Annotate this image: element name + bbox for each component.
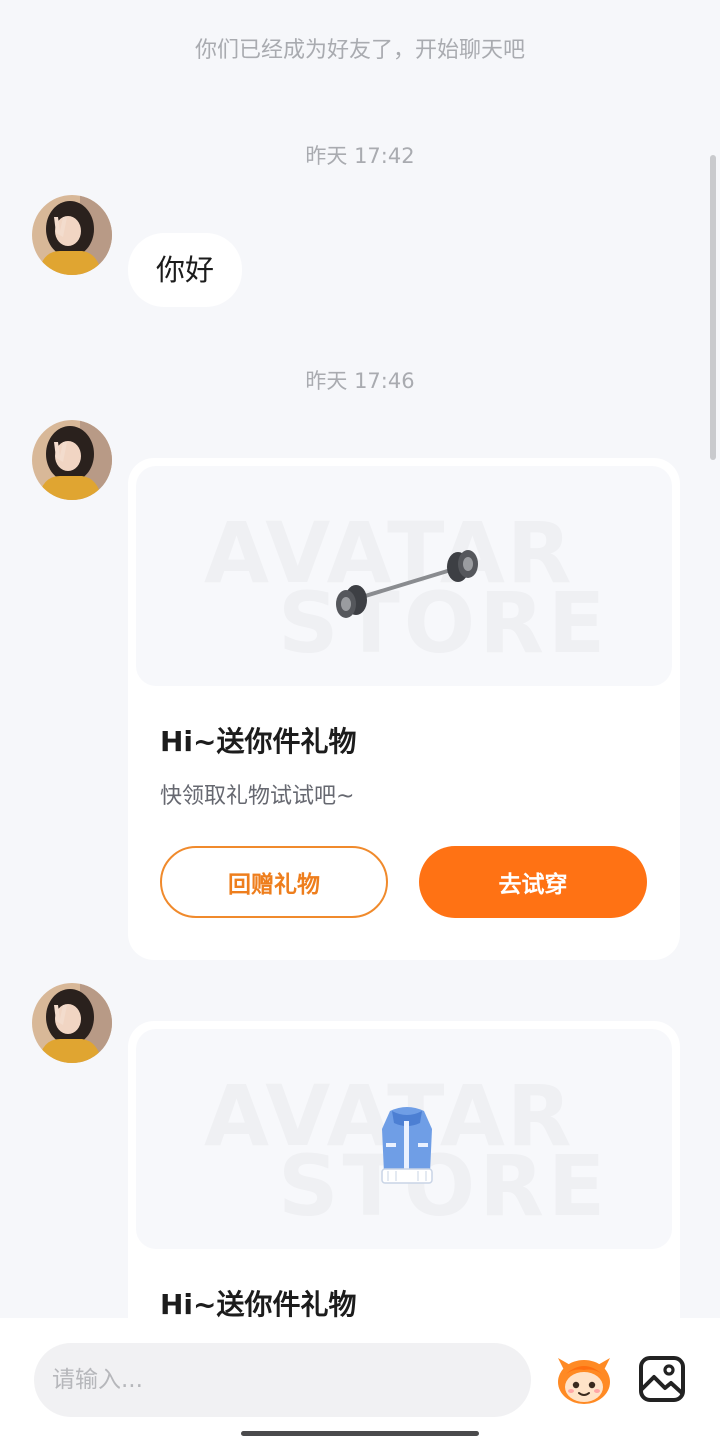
scrollbar[interactable] — [710, 155, 716, 460]
avatar[interactable] — [32, 195, 112, 275]
mascot-emoji-icon[interactable] — [554, 1354, 614, 1406]
watermark-text: STORE — [278, 1137, 610, 1235]
image-icon[interactable] — [638, 1355, 686, 1403]
gift-title: Hi~送你件礼物 — [160, 1288, 357, 1321]
gift-subtitle: 快领取礼物试试吧~ — [160, 784, 355, 809]
gift-title: Hi~送你件礼物 — [160, 725, 357, 758]
gift-image: AVATAR STORE — [136, 466, 672, 686]
avatar[interactable] — [32, 420, 112, 500]
message-bubble[interactable]: 你好 — [128, 233, 243, 307]
message-input[interactable] — [34, 1343, 531, 1417]
avatar[interactable] — [32, 983, 112, 1063]
jacket-icon — [381, 1107, 433, 1184]
timestamp: 昨天 17:42 — [305, 144, 415, 168]
barbell-icon — [336, 550, 478, 618]
gift-image: AVATAR STORE — [136, 1029, 672, 1249]
return-gift-button[interactable]: 回赠礼物 — [160, 846, 388, 918]
input-bar — [0, 1318, 720, 1441]
try-on-button[interactable]: 去试穿 — [419, 846, 647, 918]
system-notice: 你们已经成为好友了，开始聊天吧 — [194, 38, 525, 63]
home-indicator — [241, 1431, 479, 1436]
timestamp: 昨天 17:46 — [305, 369, 415, 393]
gift-card[interactable]: AVATAR STORE Hi~送你件礼物 快领取礼物试试吧~ 回赠礼物 去试穿 — [128, 458, 680, 960]
